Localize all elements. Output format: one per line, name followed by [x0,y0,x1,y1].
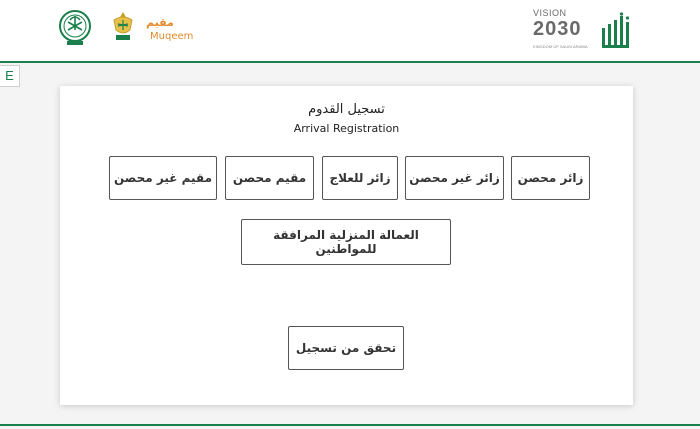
vision-2030-logo: VISION 2030 KINGDOM OF SAUDI ARABIA [533,8,595,54]
unvaccinated-visitor-button[interactable]: زائر غير محصن [405,156,504,200]
vaccinated-resident-button[interactable]: مقيم محصن [225,156,314,200]
vision-kingdom-text: KINGDOM OF SAUDI ARABIA [533,44,588,49]
muqeem-english-logo-text: Muqeem [150,31,194,42]
saudi-emblem-icon [59,10,91,45]
vaccinated-visitor-button[interactable]: زائر محصن [511,156,590,200]
footer-divider [0,424,700,426]
verify-registration-button[interactable]: تحقق من تسجيل [288,326,404,370]
vision-year: 2030 [533,18,582,40]
header: مقيم Muqeem VISION 2030 KINGDOM OF SAUDI… [0,0,700,62]
vision-word: VISION [533,8,567,18]
unvaccinated-resident-button[interactable]: مقيم غير محصن [109,156,217,200]
absher-logo-icon [602,12,630,48]
arrival-registration-card: تسجيل القدوم Arrival Registration زائر م… [60,86,633,405]
language-toggle-tab[interactable]: E [0,65,20,87]
medical-visitor-button[interactable]: زائر للعلاج [322,156,398,200]
card-title-arabic: تسجيل القدوم [308,102,385,117]
muqeem-arabic-logo-text: مقيم [146,16,174,29]
card-title-english: Arrival Registration [293,122,400,135]
domestic-workers-button[interactable]: العمالة المنزلية المرافقة للمواطنين [241,219,451,265]
ministry-emblem-icon [113,12,133,40]
